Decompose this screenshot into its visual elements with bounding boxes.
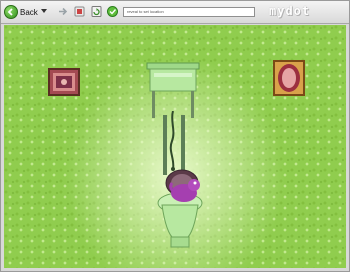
back-button[interactable]: Back: [4, 4, 38, 20]
forward-arrow-icon[interactable]: [56, 5, 69, 18]
refresh-icon[interactable]: [90, 5, 103, 18]
browser-window: Back reveal to set location mydot: [0, 0, 350, 272]
chevron-down-icon[interactable]: [41, 9, 47, 13]
brand-logo: mydot: [269, 4, 311, 18]
home-icon[interactable]: [106, 5, 119, 18]
toilet-cistern: [146, 62, 200, 118]
address-input[interactable]: reveal to set location: [123, 7, 255, 17]
browser-toolbar: Back reveal to set location mydot: [1, 1, 349, 24]
back-arrow-icon: [4, 5, 18, 19]
pull-chain[interactable]: [167, 111, 179, 171]
left-picture-frame[interactable]: [48, 68, 80, 96]
back-button-label: Back: [20, 7, 38, 17]
stop-icon[interactable]: [73, 5, 86, 18]
right-picture-frame[interactable]: [273, 60, 305, 96]
purple-creature[interactable]: [167, 175, 201, 205]
game-scene: [4, 25, 346, 268]
